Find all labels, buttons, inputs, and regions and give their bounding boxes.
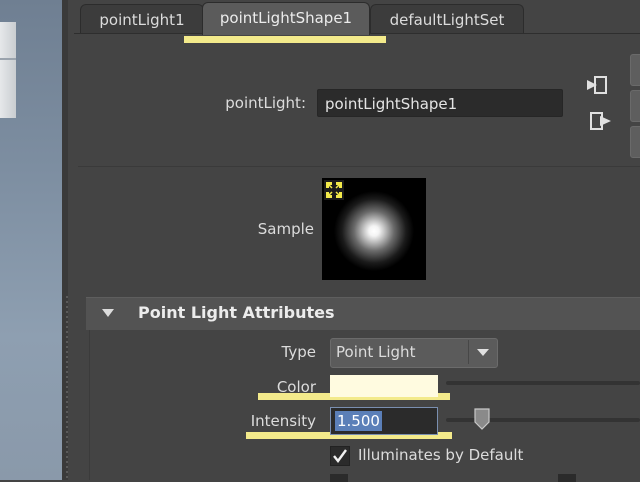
node-name-field[interactable]: pointLightShape1 bbox=[317, 89, 563, 117]
checkmark-icon bbox=[333, 449, 347, 463]
tab-pointlightshape1[interactable]: pointLightShape1 bbox=[202, 2, 370, 35]
sample-label: Sample bbox=[257, 220, 314, 238]
tab-highlight-mark bbox=[184, 36, 386, 43]
divider-grip[interactable] bbox=[66, 296, 68, 480]
intensity-value[interactable]: 1.500 bbox=[335, 411, 382, 431]
section-body-edge bbox=[89, 330, 90, 480]
type-dropdown-value: Point Light bbox=[336, 343, 416, 361]
viewport-object bbox=[0, 22, 16, 118]
arrows-converge-icon[interactable] bbox=[324, 180, 344, 200]
slider-thumb[interactable] bbox=[474, 408, 490, 430]
next-row-checkbox[interactable] bbox=[330, 474, 348, 482]
section-title: Point Light Attributes bbox=[138, 303, 335, 322]
focus-output-icon[interactable] bbox=[590, 112, 612, 130]
illuminates-label: Illuminates by Default bbox=[358, 446, 524, 464]
intensity-label: Intensity bbox=[250, 412, 316, 430]
presets-button[interactable] bbox=[630, 90, 640, 122]
next-row-checkbox-2[interactable] bbox=[558, 474, 576, 482]
viewport-object-edge bbox=[0, 58, 16, 60]
tab-pointlight1[interactable]: pointLight1 bbox=[80, 4, 204, 33]
chevron-down-icon[interactable] bbox=[477, 349, 489, 356]
focus-input-icon[interactable] bbox=[586, 76, 608, 94]
tab-defaultlightset[interactable]: defaultLightSet bbox=[370, 4, 524, 33]
focus-button[interactable] bbox=[630, 54, 640, 86]
color-swatch[interactable] bbox=[330, 375, 438, 397]
show-button[interactable] bbox=[630, 126, 640, 158]
collapse-triangle-icon[interactable] bbox=[102, 309, 114, 317]
node-name-label: pointLight: bbox=[225, 94, 306, 112]
illuminates-checkbox[interactable] bbox=[330, 446, 350, 466]
color-slider[interactable] bbox=[446, 381, 640, 385]
dropdown-separator bbox=[468, 340, 469, 364]
type-label: Type bbox=[281, 343, 316, 361]
